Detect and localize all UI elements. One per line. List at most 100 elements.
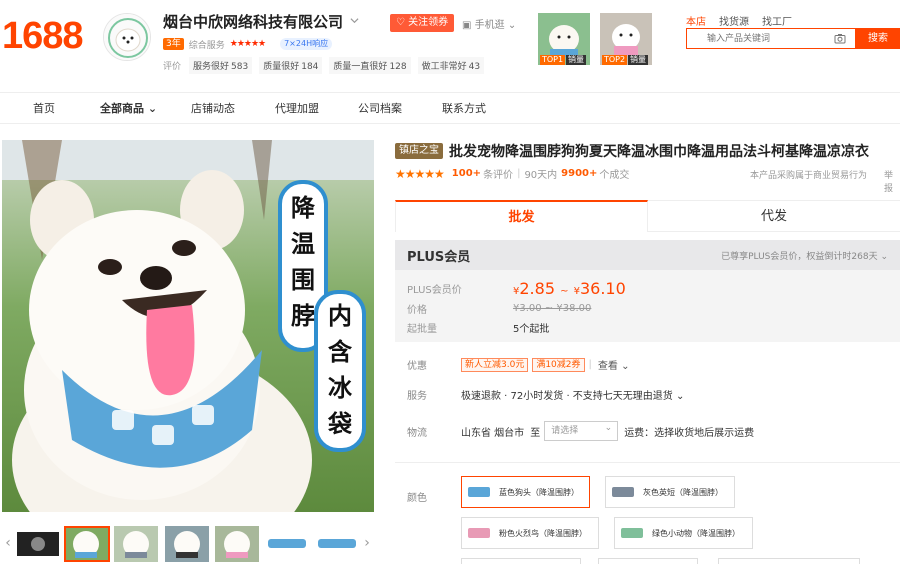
- chevron-down-icon: ⌄: [675, 391, 685, 402]
- promo-row: 优惠 新人立减3.0元 满10减2券 | 查看 ⌄: [407, 357, 629, 372]
- sku-option[interactable]: [461, 558, 581, 564]
- scope-tab[interactable]: 找货源: [719, 13, 749, 28]
- chevron-down-icon[interactable]: [350, 16, 359, 25]
- to-label: 至: [530, 427, 541, 439]
- service-stars: ★★★★★: [229, 39, 266, 49]
- coupon-badge[interactable]: 满10减2券: [532, 357, 585, 372]
- sold-count: 9900+: [561, 168, 598, 179]
- sku-option[interactable]: 绿色小动物（降温围脖）: [614, 517, 753, 549]
- divider: |: [588, 359, 592, 370]
- qr-icon: ▣: [462, 20, 472, 31]
- swatch-icon: [468, 528, 490, 538]
- chevron-down-icon: ⌄: [880, 251, 888, 262]
- camera-icon[interactable]: [834, 33, 846, 44]
- nav-all-products[interactable]: 全部商品 ⌄: [100, 101, 157, 117]
- report-link[interactable]: 举报: [884, 168, 900, 194]
- price-label: 价格: [407, 305, 427, 316]
- sold-prefix: 90天内: [524, 170, 558, 181]
- follow-shop-button[interactable]: ♡ 关注领券: [390, 14, 455, 32]
- image-caption-2: 内含冰袋: [328, 302, 352, 438]
- divider: [395, 462, 900, 463]
- promo-label: 优惠: [407, 361, 427, 372]
- rating-stars: ★★★★★: [395, 166, 445, 181]
- sales-tag: 销量: [628, 55, 648, 65]
- score-item[interactable]: 质量一直很好 128: [329, 57, 411, 74]
- view-coupons-link[interactable]: 查看 ⌄: [598, 357, 630, 372]
- nav-company-profile[interactable]: 公司档案: [358, 101, 402, 117]
- product-title: 批发宠物降温围脖狗狗夏天降温冰围巾降温用品法斗柯基降温凉凉衣: [449, 144, 869, 160]
- divider: |: [517, 168, 521, 179]
- trade-note: 本产品采购属于商业贸易行为: [750, 171, 868, 181]
- logistics-row: 物流 山东省 烟台市 至 请选择 运费：选择收货地后展示运费: [407, 419, 754, 441]
- image-caption-1: 降温围脖: [291, 194, 315, 330]
- thumbnail-strip: ‹ ›: [2, 524, 374, 564]
- scope-tab[interactable]: 本店: [686, 13, 706, 28]
- thumbnail-photo: [265, 526, 309, 562]
- service-label: 综合服务: [188, 40, 225, 51]
- nav-agency[interactable]: 代理加盟: [275, 101, 319, 117]
- sku-option[interactable]: 粉色火烈鸟（降温围脖）: [461, 517, 599, 549]
- year-badge: 3年: [163, 38, 184, 50]
- plus-price-row: PLUS会员价 ¥2.85 ~ ¥36.10: [407, 279, 626, 298]
- nav-shop-news[interactable]: 店铺动态: [191, 101, 235, 117]
- chevron-down-icon: ⌄: [507, 20, 517, 31]
- tab-dropship[interactable]: 代发: [648, 200, 900, 232]
- response-pill: 7×24H响应: [280, 38, 333, 50]
- price-row: 价格 ¥3.00 ~ ¥38.00: [407, 301, 591, 316]
- thumbnail-image[interactable]: [215, 526, 259, 562]
- thumbnail-image[interactable]: [315, 526, 359, 562]
- top-tag: TOP2: [602, 55, 628, 65]
- shop-treasure-tag: 镇店之宝: [395, 143, 443, 159]
- title-row: 镇店之宝 批发宠物降温围脖狗狗夏天降温冰围巾降温用品法斗柯基降温凉凉衣: [395, 141, 869, 161]
- shop-nav: 首页 全部商品 ⌄ 店铺动态 代理加盟 公司档案 联系方式: [0, 92, 900, 124]
- chevron-down-icon: ⌄: [147, 102, 158, 115]
- scope-tab[interactable]: 找工厂: [762, 13, 792, 28]
- search-scope-tabs: 本店 找货源 找工厂: [686, 13, 792, 28]
- price-panel: PLUS会员 已尊享PLUS会员价，权益倒计时268天 ⌄ PLUS会员价 ¥2…: [395, 240, 900, 342]
- mobile-link[interactable]: ▣ 手机逛 ⌄: [462, 16, 516, 31]
- color-label: 颜色: [407, 493, 427, 504]
- top-product-2[interactable]: TOP2 销量: [600, 13, 652, 65]
- swatch-icon: [468, 487, 490, 497]
- sku-option[interactable]: 灰色英短（降温围脖）: [605, 476, 735, 508]
- shop-avatar[interactable]: [103, 13, 151, 61]
- thumbnail-image[interactable]: [114, 526, 158, 562]
- service-label: 服务: [407, 391, 427, 402]
- plus-note[interactable]: 已尊享PLUS会员价，权益倒计时268天 ⌄: [721, 249, 888, 262]
- coupon-badge[interactable]: 新人立减3.0元: [461, 357, 529, 372]
- nav-home[interactable]: 首页: [33, 101, 55, 117]
- service-text[interactable]: 极速退款 · 72小时发货 · 不支持七天无理由退货 ⌄: [461, 387, 684, 402]
- nav-contact[interactable]: 联系方式: [442, 101, 486, 117]
- review-count[interactable]: 100+: [452, 168, 481, 179]
- sku-option[interactable]: [718, 558, 860, 564]
- tab-wholesale[interactable]: 批发: [395, 200, 648, 232]
- site-logo[interactable]: 1688: [2, 14, 84, 58]
- top-product-1[interactable]: TOP1 销量: [538, 13, 590, 65]
- search-input[interactable]: [687, 29, 827, 48]
- shop-name[interactable]: 烟台中欣网络科技有限公司: [163, 12, 343, 32]
- thumbnail-image[interactable]: [64, 526, 110, 562]
- thumbnail-image[interactable]: [265, 526, 309, 562]
- thumbnail-image[interactable]: [165, 526, 209, 562]
- plus-header: PLUS会员 已尊享PLUS会员价，权益倒计时268天 ⌄: [395, 240, 900, 270]
- chevron-left-icon[interactable]: ‹: [2, 530, 14, 556]
- review-label: 条评价: [483, 170, 514, 181]
- origin-location: 山东省 烟台市: [461, 427, 525, 439]
- sku-option[interactable]: 蓝色狗头（降温围脖）: [461, 476, 590, 508]
- shop-scores: 评价 服务很好 583 质量很好 184 质量一直很好 128 做工非常好 43: [163, 57, 491, 74]
- plus-price: ¥2.85 ~ ¥36.10: [513, 279, 626, 298]
- score-item[interactable]: 做工非常好 43: [417, 57, 485, 74]
- original-price: ¥3.00 ~ ¥38.00: [513, 303, 592, 314]
- chevron-right-icon[interactable]: ›: [361, 530, 373, 556]
- thumbnail-photo: [165, 526, 209, 562]
- purchase-mode-tabs: 批发 代发: [395, 200, 900, 232]
- score-item[interactable]: 服务很好 583: [189, 57, 253, 74]
- video-thumbnail: [15, 526, 61, 562]
- search-button[interactable]: 搜索: [856, 28, 900, 49]
- moq-value: 5个起批: [513, 324, 550, 335]
- main-product-image[interactable]: 降温围脖 内含冰袋: [2, 140, 374, 512]
- destination-select[interactable]: 请选择: [544, 419, 619, 441]
- score-item[interactable]: 质量很好 184: [259, 57, 323, 74]
- thumbnail-video[interactable]: [15, 526, 61, 562]
- sku-option[interactable]: [598, 558, 698, 564]
